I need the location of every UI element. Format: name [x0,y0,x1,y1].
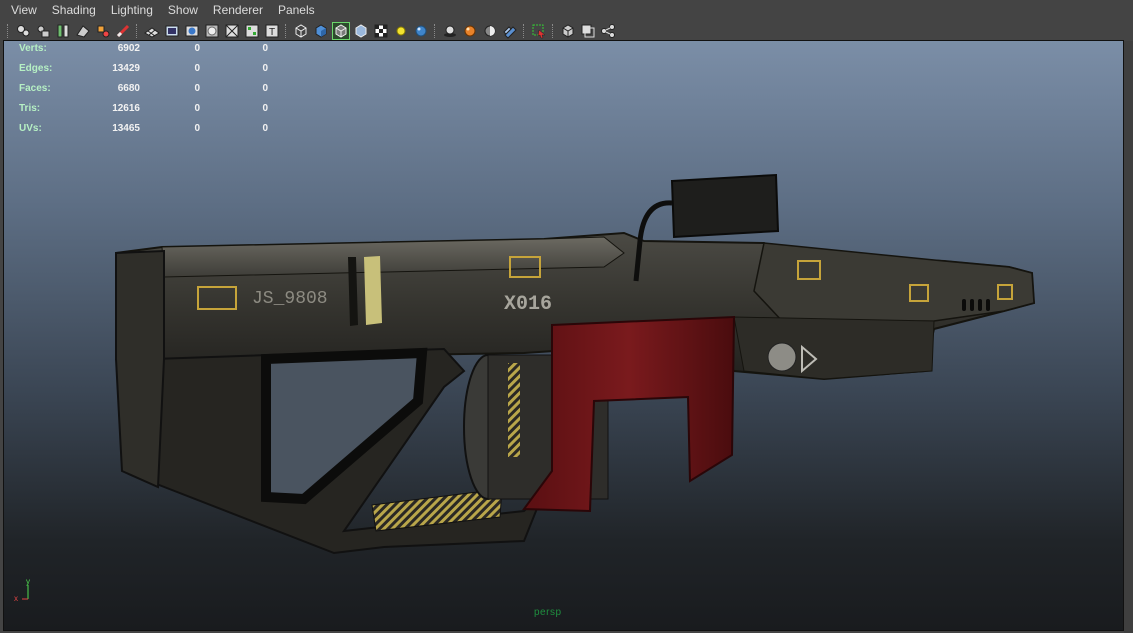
menu-renderer[interactable]: Renderer [206,0,271,20]
resolution-gate-icon[interactable] [184,23,200,39]
field-chart-icon[interactable] [224,23,240,39]
panel-menu-bar: View Shading Lighting Show Renderer Pane… [0,0,1133,20]
serial-decal: JS_9808 [252,289,328,309]
menu-shading[interactable]: Shading [45,0,104,20]
grid-icon[interactable] [144,23,160,39]
image-plane-icon[interactable] [75,23,91,39]
axis-x-label: x [14,594,18,603]
gate-mask-icon[interactable] [204,23,220,39]
xray-icon[interactable] [353,23,369,39]
maya-viewport-window: View Shading Lighting Show Renderer Pane… [0,0,1133,633]
xray-joints-icon[interactable] [560,23,576,39]
isolate-select-icon[interactable] [531,23,547,39]
barrel-knob [767,342,797,372]
rifle-stock [115,249,165,489]
axis-y-label: y [26,577,30,586]
rifle-3d-model[interactable]: JS_9808 X016 [4,41,1123,630]
axis-gizmo: y x [14,577,30,603]
safe-title-icon[interactable] [244,23,260,39]
menu-lighting[interactable]: Lighting [104,0,161,20]
panel-edge [1124,41,1133,633]
toolbar-separator [552,23,555,38]
smooth-shade-icon[interactable] [313,23,329,39]
bookmark-icon[interactable] [55,23,71,39]
menu-panels[interactable]: Panels [271,0,323,20]
all-lights-icon[interactable] [413,23,429,39]
toolbar-separator [434,23,437,38]
menu-show[interactable]: Show [161,0,206,20]
toolbar-separator [285,23,288,38]
shadows-icon[interactable] [442,23,458,39]
code-decal: X016 [504,293,552,316]
svg-text:T: T [269,27,275,38]
film-gate-icon[interactable] [164,23,180,39]
grease-pencil-icon[interactable] [115,23,131,39]
2d-pan-zoom-icon[interactable] [95,23,111,39]
drum-hazard [508,363,520,457]
red-magazine [522,315,736,513]
camera-name-label: persp [534,607,562,618]
toolbar-separator [7,23,10,38]
motion-blur-icon[interactable] [482,23,498,39]
screen-space-ao-icon[interactable] [462,23,478,39]
select-camera-icon[interactable] [15,23,31,39]
perspective-viewport[interactable]: Verts: 6902 0 0 Edges: 13429 0 0 Faces: … [4,41,1123,630]
panel-toolbar: T [0,20,1133,41]
wireframe-icon[interactable] [293,23,309,39]
default-lighting-icon[interactable] [393,23,409,39]
toolbar-separator [136,23,139,38]
menu-view[interactable]: View [4,0,45,20]
wireframe-on-shaded-icon[interactable] [332,21,350,40]
barrel-shroud [753,242,1035,324]
camera-attributes-icon[interactable] [35,23,51,39]
under-barrel [733,316,935,380]
sight-box [670,173,780,239]
yellow-stripe [364,256,382,325]
node-editor-icon[interactable] [600,23,616,39]
textured-icon[interactable] [373,23,389,39]
multisample-aa-icon[interactable] [502,23,518,39]
text-icon[interactable]: T [264,23,280,39]
toolbar-separator [523,23,526,38]
xray-active-icon[interactable] [580,23,596,39]
